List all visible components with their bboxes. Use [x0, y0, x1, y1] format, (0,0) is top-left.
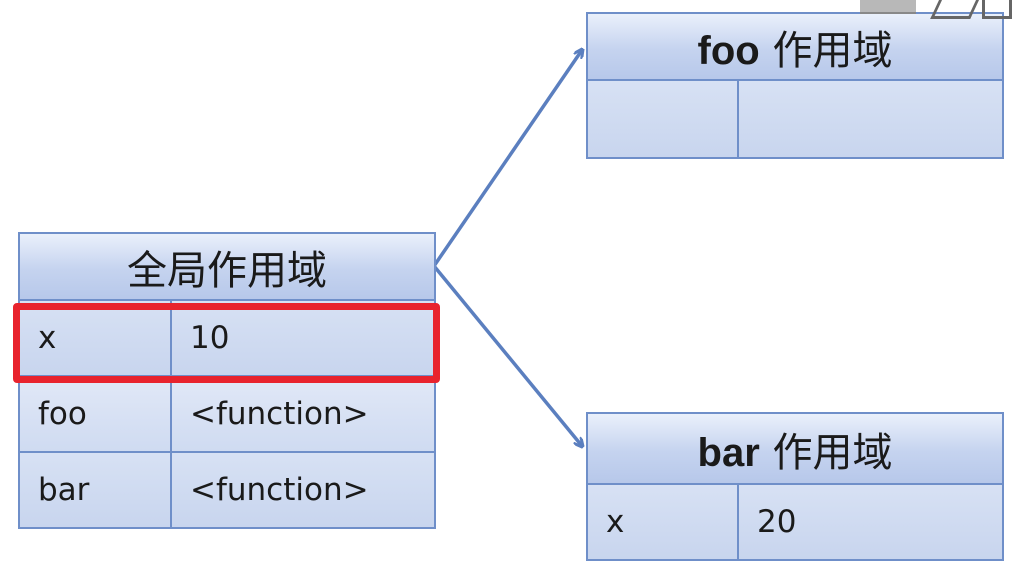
- variable-value-cell: [737, 79, 1004, 159]
- variable-value-cell: <function>: [170, 375, 436, 453]
- variable-name-cell: x: [18, 299, 172, 377]
- variable-value-cell: <function>: [170, 451, 436, 529]
- table-row: [586, 79, 1004, 159]
- table-row: bar <function>: [18, 451, 436, 529]
- foo-scope-table: foo 作用域: [586, 12, 1004, 159]
- foo-scope-title-suffix: 作用域: [772, 27, 893, 74]
- variable-name-cell: [586, 79, 739, 159]
- global-scope-title-text: 全局作用域: [127, 247, 327, 294]
- bar-scope-title-suffix: 作用域: [772, 429, 893, 476]
- table-row: x 20: [586, 483, 1004, 561]
- table-row: foo <function>: [18, 375, 436, 453]
- scope-diagram: 全局作用域 x 10 foo <function> bar <function>…: [0, 0, 1012, 575]
- bar-scope-title: bar 作用域: [586, 412, 1004, 485]
- variable-value-cell: 10: [170, 299, 436, 377]
- foo-scope-title: foo 作用域: [586, 12, 1004, 81]
- arrow-to-foo-scope: [432, 50, 582, 267]
- variable-name-cell: foo: [18, 375, 172, 453]
- variable-name-cell: bar: [18, 451, 172, 529]
- foo-scope-title-name: foo: [697, 28, 760, 73]
- table-row: x 10: [18, 299, 436, 377]
- bar-scope-table: bar 作用域 x 20: [586, 412, 1004, 561]
- bar-scope-title-name: bar: [697, 430, 760, 475]
- global-scope-table: 全局作用域 x 10 foo <function> bar <function>: [18, 232, 436, 529]
- variable-value-cell: 20: [737, 483, 1004, 561]
- corner-partial-icon: [856, 0, 1012, 22]
- global-scope-title: 全局作用域: [18, 232, 436, 301]
- variable-name-cell: x: [586, 483, 739, 561]
- arrow-to-bar-scope: [432, 264, 582, 446]
